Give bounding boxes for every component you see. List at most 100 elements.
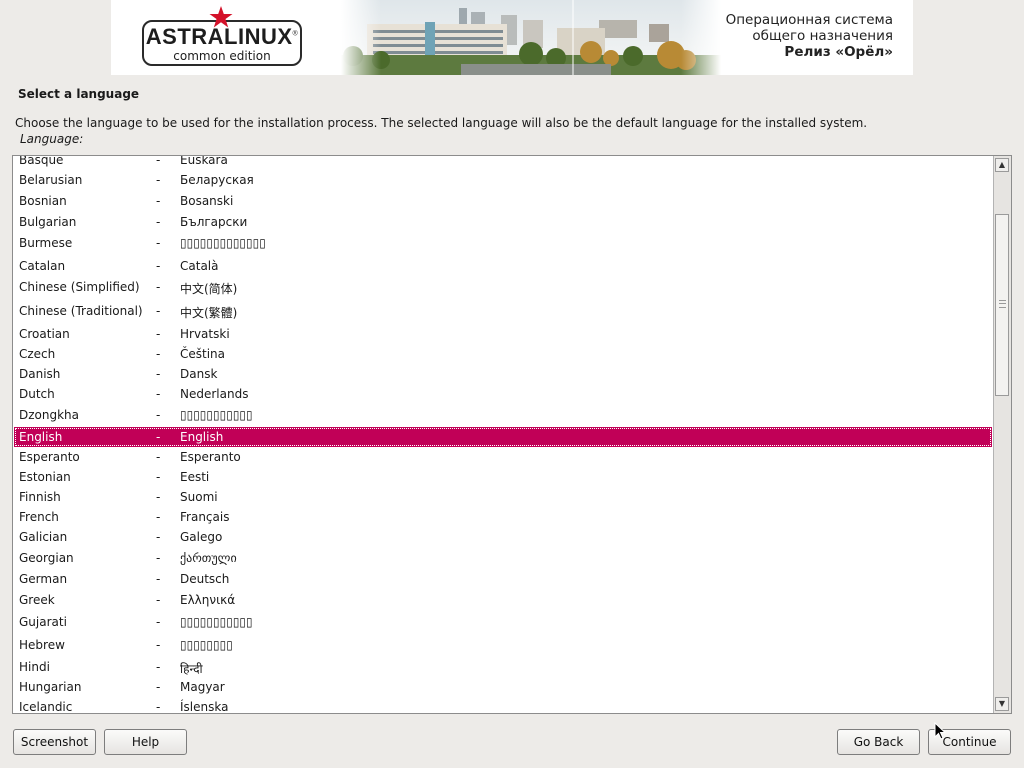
language-name: Dutch bbox=[19, 387, 55, 401]
language-name: German bbox=[19, 572, 68, 586]
language-row[interactable]: Esperanto - Esperanto bbox=[14, 447, 992, 467]
language-row[interactable]: Georgian - ქართული bbox=[14, 548, 992, 568]
language-native-name: Esperanto bbox=[180, 450, 241, 464]
language-native-name: 中文(繁體) bbox=[180, 306, 238, 320]
screenshot-button[interactable]: Screenshot bbox=[13, 729, 96, 755]
language-field-label: Language: bbox=[20, 132, 84, 146]
scroll-down-arrow-icon[interactable]: ▼ bbox=[995, 697, 1009, 711]
language-native-name: ▯▯▯▯▯▯▯▯ bbox=[180, 638, 233, 652]
language-row[interactable]: Bulgarian - Български bbox=[14, 212, 992, 232]
language-native-name: Čeština bbox=[180, 347, 226, 361]
language-name: French bbox=[19, 510, 59, 524]
language-row[interactable]: Catalan - Català bbox=[14, 256, 992, 276]
language-native-name: ▯▯▯▯▯▯▯▯▯▯▯▯▯ bbox=[180, 236, 266, 250]
language-separator: - bbox=[156, 408, 161, 422]
language-name: Dzongkha bbox=[19, 408, 80, 422]
language-name: Finnish bbox=[19, 490, 61, 504]
header-banner: ASTRALINUX® common edition Операционная … bbox=[111, 0, 913, 75]
language-separator: - bbox=[156, 259, 161, 273]
language-row[interactable]: Hindi - हिन्दी bbox=[14, 657, 992, 677]
page-title: Select a language bbox=[18, 87, 140, 101]
scrollbar-thumb[interactable] bbox=[995, 214, 1009, 396]
language-separator: - bbox=[156, 304, 161, 318]
language-row[interactable]: Bosnian - Bosanski bbox=[14, 191, 992, 211]
page-description: Choose the language to be used for the i… bbox=[15, 116, 868, 130]
language-name: Chinese (Simplified) bbox=[19, 280, 140, 294]
language-name: Icelandic bbox=[19, 700, 73, 714]
language-native-name: हिन्दी bbox=[180, 662, 203, 676]
language-native-name: Български bbox=[180, 215, 248, 229]
language-separator: - bbox=[156, 572, 161, 586]
language-row[interactable]: Hungarian - Magyar bbox=[14, 677, 992, 697]
language-row[interactable]: Chinese (Traditional) - 中文(繁體) bbox=[14, 301, 992, 321]
logo-registered-mark: ® bbox=[292, 30, 299, 38]
language-separator: - bbox=[156, 615, 161, 629]
language-native-name: ქართული bbox=[180, 551, 237, 565]
language-native-name: Magyar bbox=[180, 680, 225, 694]
language-list[interactable]: Basque - Euskara Belarusian - Беларуская Bosni… bbox=[12, 155, 1012, 714]
language-name: Hindi bbox=[19, 660, 50, 674]
help-button[interactable]: Help bbox=[104, 729, 187, 755]
language-row[interactable]: French - Français bbox=[14, 507, 992, 527]
language-name: Estonian bbox=[19, 470, 71, 484]
language-separator: - bbox=[156, 510, 161, 524]
language-row[interactable]: Belarusian - Беларуская bbox=[14, 170, 992, 190]
language-name: Bulgarian bbox=[19, 215, 77, 229]
language-separator: - bbox=[156, 215, 161, 229]
scroll-up-arrow-icon[interactable]: ▲ bbox=[995, 158, 1009, 172]
language-row[interactable]: Chinese (Simplified) - 中文(简体) bbox=[14, 277, 992, 297]
language-row[interactable]: English - English bbox=[14, 427, 992, 447]
language-native-name: 中文(简体) bbox=[180, 282, 238, 296]
language-row[interactable]: Dutch - Nederlands bbox=[14, 384, 992, 404]
language-name: Catalan bbox=[19, 259, 66, 273]
language-row[interactable]: Czech - Čeština bbox=[14, 344, 992, 364]
language-name: Georgian bbox=[19, 551, 74, 565]
language-native-name: Galego bbox=[180, 530, 223, 544]
language-row[interactable]: Galician - Galego bbox=[14, 527, 992, 547]
language-separator: - bbox=[156, 638, 161, 652]
language-separator: - bbox=[156, 387, 161, 401]
language-name: Basque bbox=[19, 155, 64, 167]
language-native-name: Suomi bbox=[180, 490, 218, 504]
language-name: Hebrew bbox=[19, 638, 65, 652]
language-row[interactable]: Finnish - Suomi bbox=[14, 487, 992, 507]
language-name: Belarusian bbox=[19, 173, 83, 187]
language-row[interactable]: Estonian - Eesti bbox=[14, 467, 992, 487]
language-native-name: Íslenska bbox=[180, 700, 229, 714]
go-back-button[interactable]: Go Back bbox=[837, 729, 920, 755]
language-row[interactable]: Croatian - Hrvatski bbox=[14, 324, 992, 344]
language-separator: - bbox=[156, 347, 161, 361]
language-name: Bosnian bbox=[19, 194, 67, 208]
language-separator: - bbox=[156, 450, 161, 464]
vertical-scrollbar[interactable]: ▲ ▼ bbox=[993, 156, 1011, 713]
language-native-name: English bbox=[180, 430, 224, 444]
language-native-name: Euskara bbox=[180, 155, 228, 167]
language-separator: - bbox=[156, 236, 161, 250]
language-row[interactable]: German - Deutsch bbox=[14, 569, 992, 589]
language-separator: - bbox=[156, 327, 161, 341]
language-separator: - bbox=[156, 430, 161, 444]
language-separator: - bbox=[156, 470, 161, 484]
language-separator: - bbox=[156, 280, 161, 294]
language-row[interactable]: Burmese - ▯▯▯▯▯▯▯▯▯▯▯▯▯ bbox=[14, 233, 992, 253]
language-row[interactable]: Dzongkha - ▯▯▯▯▯▯▯▯▯▯▯ bbox=[14, 405, 992, 425]
mouse-pointer-icon bbox=[934, 722, 946, 740]
city-panorama-image bbox=[341, 0, 721, 75]
language-native-name: Deutsch bbox=[180, 572, 230, 586]
language-separator: - bbox=[156, 367, 161, 381]
language-native-name: Bosanski bbox=[180, 194, 234, 208]
language-row[interactable]: Greek - Ελληνικά bbox=[14, 590, 992, 610]
language-row[interactable]: Gujarati - ▯▯▯▯▯▯▯▯▯▯▯ bbox=[14, 612, 992, 632]
language-native-name: Nederlands bbox=[180, 387, 249, 401]
language-name: English bbox=[19, 430, 63, 444]
language-row[interactable]: Hebrew - ▯▯▯▯▯▯▯▯ bbox=[14, 635, 992, 655]
language-name: Esperanto bbox=[19, 450, 80, 464]
language-separator: - bbox=[156, 490, 161, 504]
language-row[interactable]: Danish - Dansk bbox=[14, 364, 992, 384]
language-name: Croatian bbox=[19, 327, 70, 341]
language-row[interactable]: Icelandic - Íslenska bbox=[14, 697, 992, 714]
language-name: Czech bbox=[19, 347, 56, 361]
language-native-name: ▯▯▯▯▯▯▯▯▯▯▯ bbox=[180, 408, 253, 422]
release-info: Операционная система общего назначения Р… bbox=[726, 12, 893, 60]
language-row[interactable]: Basque - Euskara bbox=[14, 155, 992, 170]
